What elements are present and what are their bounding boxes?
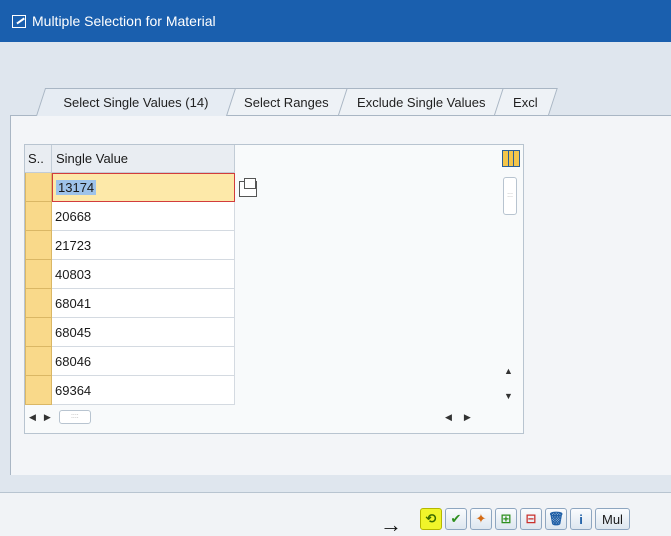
value-cell[interactable]: 68046 bbox=[52, 347, 235, 376]
checkmark-icon: ✔ bbox=[450, 511, 462, 526]
column-config-icon[interactable] bbox=[502, 150, 520, 167]
vertical-scroll-thumb[interactable]: ::: bbox=[503, 177, 517, 215]
table-row: 40803 bbox=[25, 260, 235, 289]
table-row: 21723 bbox=[25, 231, 235, 260]
delete-all-button[interactable]: 🗑 bbox=[545, 508, 567, 530]
footer-toolbar: ⟲ ✔ ✦ ⊞ ⊟ 🗑 i Mul bbox=[420, 508, 630, 530]
insert-row-icon: ⊞ bbox=[500, 511, 512, 526]
value-help-icon[interactable] bbox=[239, 178, 257, 197]
tab-select-ranges[interactable]: Select Ranges bbox=[225, 88, 349, 115]
trash-icon: 🗑 bbox=[547, 511, 565, 526]
single-values-table: S.. Single Value 13174 20668 21723 40803 bbox=[24, 144, 524, 434]
multi-select-icon: ✦ bbox=[475, 511, 487, 526]
annotation-arrow-icon: → bbox=[380, 512, 402, 536]
value-cell[interactable]: 68045 bbox=[52, 318, 235, 347]
value-cell[interactable]: 13174 bbox=[52, 173, 235, 202]
row-selector[interactable] bbox=[25, 231, 52, 260]
window-icon bbox=[12, 14, 26, 28]
copy-button[interactable]: ✔ bbox=[445, 508, 467, 530]
info-icon: i bbox=[579, 511, 583, 527]
row-selector[interactable] bbox=[25, 289, 52, 318]
insert-row-button[interactable]: ⊞ bbox=[495, 508, 517, 530]
value-cell[interactable]: 21723 bbox=[52, 231, 235, 260]
horizontal-scroll-thumb[interactable]: :::: bbox=[58, 410, 91, 424]
clock-check-icon: ⟲ bbox=[425, 511, 437, 526]
scroll-down-icon[interactable]: ▼ bbox=[504, 391, 513, 401]
horizontal-scrollbar[interactable]: ◀ ▶ :::: bbox=[25, 408, 235, 426]
window-titlebar: Multiple Selection for Material bbox=[0, 0, 671, 42]
table-row: 20668 bbox=[25, 202, 235, 231]
table-row: 69364 bbox=[25, 376, 235, 405]
row-selector[interactable] bbox=[25, 347, 52, 376]
header-single-value[interactable]: Single Value bbox=[52, 145, 235, 173]
row-selector[interactable] bbox=[25, 260, 52, 289]
multiple-selection-button[interactable]: ✦ bbox=[470, 508, 492, 530]
scroll-up-icon[interactable]: ▲ bbox=[504, 366, 513, 376]
delete-row-button[interactable]: ⊟ bbox=[520, 508, 542, 530]
multiple-button[interactable]: Mul bbox=[595, 508, 630, 530]
vertical-scrollbar[interactable]: ::: ▲ ▼ bbox=[502, 173, 520, 405]
row-selector[interactable] bbox=[25, 173, 52, 202]
window-title: Multiple Selection for Material bbox=[32, 13, 216, 29]
tab-label: Exclude Single Values bbox=[356, 94, 486, 110]
row-selector[interactable] bbox=[25, 318, 52, 347]
table-row: 13174 bbox=[25, 173, 235, 202]
value-cell[interactable]: 69364 bbox=[52, 376, 235, 405]
tab-label: Excl bbox=[513, 94, 538, 110]
scroll-right-icon[interactable]: ▶ bbox=[464, 412, 471, 423]
row-selector[interactable] bbox=[25, 376, 52, 405]
tab-exclude-ranges[interactable]: Excl bbox=[493, 88, 558, 115]
tab-label: Select Single Values (14) bbox=[63, 95, 209, 110]
horizontal-scrollbar-right[interactable]: ◀ ▶ bbox=[445, 408, 471, 426]
tab-strip: Select Single Values (14) Select Ranges … bbox=[36, 88, 558, 116]
tab-label: Select Ranges bbox=[244, 94, 329, 110]
scroll-right-icon[interactable]: ▶ bbox=[44, 412, 51, 423]
header-selection-column[interactable]: S.. bbox=[25, 145, 52, 173]
scroll-left-icon[interactable]: ◀ bbox=[445, 412, 452, 423]
table-header: S.. Single Value bbox=[25, 145, 235, 173]
tab-exclude-single-values[interactable]: Exclude Single Values bbox=[337, 88, 505, 115]
table-row: 68046 bbox=[25, 347, 235, 376]
table-rows: 13174 20668 21723 40803 68041 68045 6804… bbox=[25, 173, 235, 405]
value-cell[interactable]: 20668 bbox=[52, 202, 235, 231]
value-cell[interactable]: 68041 bbox=[52, 289, 235, 318]
tab-select-single-values[interactable]: Select Single Values (14) bbox=[36, 88, 237, 116]
table-row: 68045 bbox=[25, 318, 235, 347]
delete-row-icon: ⊟ bbox=[525, 511, 537, 526]
row-selector[interactable] bbox=[25, 202, 52, 231]
value-cell[interactable]: 40803 bbox=[52, 260, 235, 289]
dialog-body: Select Single Values (14) Select Ranges … bbox=[0, 42, 671, 536]
value-text: 13174 bbox=[56, 180, 97, 195]
info-button[interactable]: i bbox=[570, 508, 592, 530]
table-row: 68041 bbox=[25, 289, 235, 318]
execute-button[interactable]: ⟲ bbox=[420, 508, 442, 530]
scroll-left-icon[interactable]: ◀ bbox=[29, 412, 36, 423]
